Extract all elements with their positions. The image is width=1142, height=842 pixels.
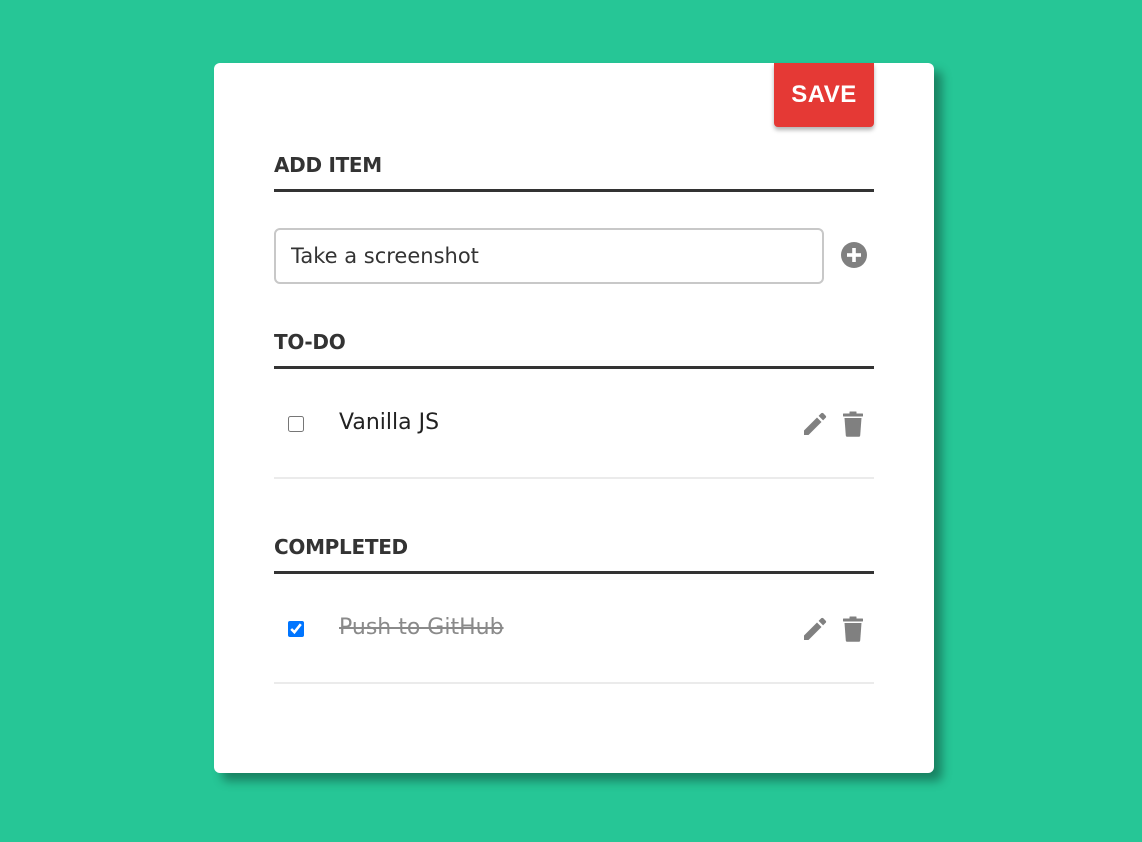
pencil-icon (800, 409, 830, 439)
edit-button[interactable] (800, 409, 830, 439)
delete-button[interactable] (838, 614, 868, 644)
add-item-button[interactable] (839, 240, 869, 270)
todo-item: Vanilla JS (274, 374, 874, 479)
delete-button[interactable] (838, 409, 868, 439)
todo-item-checkbox[interactable] (288, 416, 304, 432)
trash-icon (838, 614, 868, 644)
completed-item: Push to GitHub (274, 579, 874, 684)
completed-item-checkbox[interactable] (288, 621, 304, 637)
completed-list: Push to GitHub (274, 579, 874, 684)
completed-heading: COMPLETED (274, 535, 874, 574)
edit-button[interactable] (800, 614, 830, 644)
todo-item-label: Vanilla JS (339, 410, 440, 435)
todo-card: SAVE ADD ITEM TO-DO Vanilla JS (214, 63, 934, 773)
save-button[interactable]: SAVE (774, 63, 874, 127)
trash-icon (838, 409, 868, 439)
add-item-heading: ADD ITEM (274, 153, 874, 192)
completed-item-label: Push to GitHub (339, 615, 504, 640)
plus-circle-icon (839, 240, 869, 270)
todo-list: Vanilla JS (274, 374, 874, 479)
todo-heading: TO-DO (274, 330, 874, 369)
pencil-icon (800, 614, 830, 644)
new-item-input[interactable] (274, 228, 824, 284)
